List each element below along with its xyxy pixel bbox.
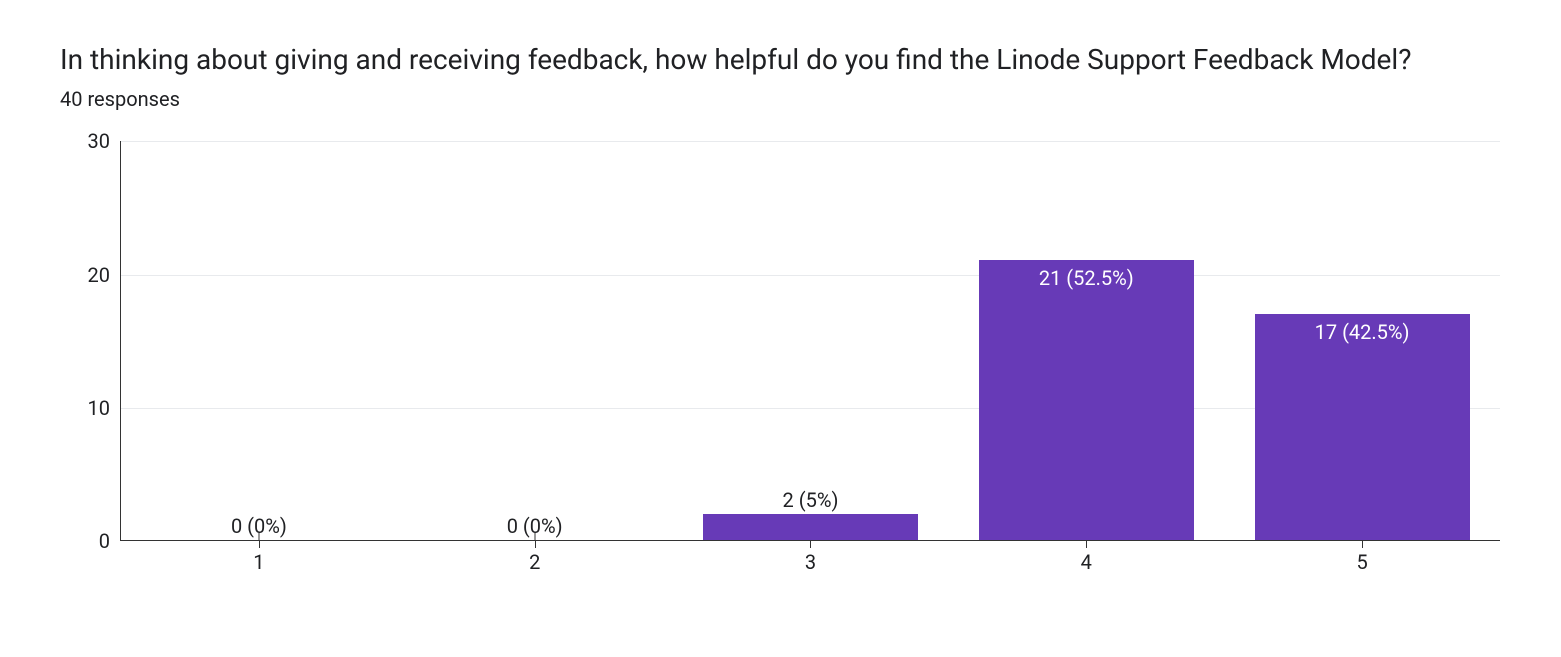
- bar-slot: 2 (5%)3: [673, 141, 949, 540]
- y-tick-label: 10: [60, 396, 110, 420]
- x-tick-mark: [1362, 540, 1363, 548]
- x-tick-mark: [810, 540, 811, 548]
- y-tick-label: 30: [60, 129, 110, 153]
- x-tick-label: 1: [253, 550, 264, 574]
- response-count: 40 responses: [60, 87, 1501, 111]
- x-tick-mark: [1086, 540, 1087, 548]
- bar-value-label: 2 (5%): [783, 488, 839, 514]
- x-tick-mark: [535, 540, 536, 548]
- bar-value-label: 0 (0%): [231, 514, 287, 540]
- y-tick-label: 20: [60, 263, 110, 287]
- bar-slot: 21 (52.5%)4: [948, 141, 1224, 540]
- x-tick-mark: [259, 540, 260, 548]
- x-tick-label: 5: [1356, 550, 1367, 574]
- bar-slot: 0 (0%)2: [397, 141, 673, 540]
- bar: 2 (5%): [703, 514, 918, 541]
- bar: 21 (52.5%): [979, 260, 1194, 540]
- bar: 17 (42.5%): [1255, 314, 1470, 541]
- x-tick-label: 4: [1081, 550, 1092, 574]
- bars-group: 0 (0%)10 (0%)22 (5%)321 (52.5%)417 (42.5…: [121, 141, 1500, 540]
- chart-title: In thinking about giving and receiving f…: [60, 40, 1460, 79]
- x-tick-label: 2: [529, 550, 540, 574]
- chart-container: 0102030 0 (0%)10 (0%)22 (5%)321 (52.5%)4…: [60, 141, 1500, 581]
- y-tick-label: 0: [60, 529, 110, 553]
- bar-value-label: 0 (0%): [507, 514, 563, 540]
- x-tick-label: 3: [805, 550, 816, 574]
- bar-value-label: 21 (52.5%): [1039, 266, 1134, 290]
- bar-slot: 17 (42.5%)5: [1224, 141, 1500, 540]
- bar-slot: 0 (0%)1: [121, 141, 397, 540]
- bar-value-label: 17 (42.5%): [1315, 320, 1410, 344]
- plot-area: 0 (0%)10 (0%)22 (5%)321 (52.5%)417 (42.5…: [120, 141, 1500, 541]
